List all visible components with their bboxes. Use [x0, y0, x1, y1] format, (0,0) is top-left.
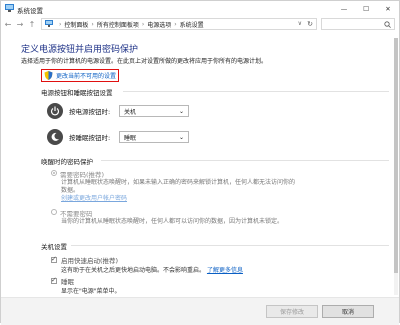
navigation-bar: ← → ↑ › 控制面板 › 所有控制面板项 › 电源选项 › 系统设置 ∨ ↻ [1, 16, 399, 33]
breadcrumb-separator: › [141, 20, 145, 28]
wake-password-section-title: 唤醒时的密码保护 [41, 158, 93, 166]
system-settings-window: 系统设置 — ☐ ✕ ← → ↑ › 控制面板 › 所有控制面板项 › 电源选项… [0, 0, 400, 325]
require-password-radio[interactable]: 需要密码(推荐) [51, 169, 104, 179]
power-icon [47, 103, 63, 119]
fast-startup-description: 这有助于在关机之后更快地启动电脑。不会影响重启。 了解更多信息 [61, 267, 243, 274]
maximize-button[interactable]: ☐ [355, 1, 377, 16]
no-password-description: 当你的计算机从睡眠状态唤醒时，任何人都可以访问你的数据，因为计算机未锁定。 [61, 218, 284, 225]
breadcrumb-system-settings[interactable]: 系统设置 [180, 20, 204, 29]
control-panel-icon [45, 20, 53, 27]
scrollbar-thumb[interactable] [394, 38, 398, 273]
breadcrumb-control-panel[interactable]: 控制面板 [64, 20, 88, 29]
window-title: 系统设置 [17, 7, 43, 15]
require-password-description: 计算机从睡眠状态唤醒时，如果未输入正确的密码来解锁计算机，任何人都无法访问你的 … [61, 179, 296, 202]
close-button[interactable]: ✕ [377, 1, 399, 16]
create-password-link[interactable]: 创建或更改用户帐户密码 [61, 195, 127, 202]
shutdown-section-title: 关机设置 [41, 243, 67, 251]
search-icon [384, 21, 391, 28]
shield-icon [44, 71, 53, 80]
search-input[interactable] [321, 18, 395, 30]
require-password-label: 需要密码(推荐) [60, 171, 105, 179]
sleep-label: 睡眠 [61, 278, 74, 286]
forward-arrow-icon: → [16, 19, 24, 29]
sleep-checkbox[interactable] [51, 276, 57, 284]
change-settings-label: 更改当前不可用的设置 [56, 73, 117, 80]
title-bar: 系统设置 — ☐ ✕ [1, 1, 399, 16]
breadcrumb-all-items[interactable]: 所有控制面板项 [97, 20, 139, 29]
footer-bar: 保存修改 取消 [1, 297, 399, 325]
section-divider [71, 245, 389, 246]
sleep-button-select[interactable]: 睡眠 ⌄ [119, 131, 189, 143]
save-button[interactable]: 保存修改 [266, 305, 318, 318]
chevron-down-icon[interactable]: ∨ [298, 20, 302, 27]
forward-button[interactable]: → [15, 19, 25, 29]
sleep-icon [47, 129, 63, 145]
sleep-button-label: 按睡眠按钮时: [69, 134, 111, 142]
up-button[interactable]: ↑ [27, 19, 37, 29]
minimize-button[interactable]: — [333, 1, 355, 16]
breadcrumb-separator: › [59, 20, 62, 28]
refresh-icon[interactable]: ↻ [307, 20, 313, 28]
breadcrumb-power-options[interactable]: 电源选项 [147, 20, 171, 29]
change-settings-link[interactable]: 更改当前不可用的设置 [41, 69, 120, 82]
no-password-label: 不需要密码 [60, 210, 93, 218]
fast-startup-checkbox[interactable] [51, 255, 57, 263]
section-divider [123, 91, 389, 92]
fast-startup-checkbox-row[interactable]: 启用快速启动(推荐) [51, 255, 118, 265]
cancel-button[interactable]: 取消 [322, 305, 374, 318]
sleep-checkbox-row[interactable]: 睡眠 [51, 276, 74, 286]
sleep-button-value: 睡眠 [124, 134, 137, 142]
power-button-row: 按电源按钮时: 关机 ⌄ [47, 103, 189, 119]
back-arrow-icon: ← [4, 19, 12, 29]
back-button[interactable]: ← [3, 19, 13, 29]
power-button-value: 关机 [124, 108, 137, 116]
radio-button[interactable] [51, 209, 57, 215]
up-arrow-icon: ↑ [28, 19, 36, 29]
power-button-select[interactable]: 关机 ⌄ [119, 105, 189, 117]
control-panel-icon [5, 4, 14, 12]
power-buttons-section-title: 电源按钮和睡眠按钮设置 [41, 89, 113, 97]
radio-button[interactable] [51, 170, 57, 176]
chevron-down-icon: ⌄ [178, 107, 184, 115]
section-divider [101, 160, 389, 161]
chevron-down-icon: ⌄ [178, 133, 184, 141]
breadcrumb-separator: › [91, 20, 94, 28]
no-password-radio[interactable]: 不需要密码 [51, 208, 93, 218]
page-title: 定义电源按钮并启用密码保护 [21, 45, 139, 55]
power-button-label: 按电源按钮时: [69, 108, 111, 116]
learn-more-link[interactable]: 了解更多信息 [207, 267, 243, 274]
page-description: 选择适用于你的计算机的电源设置。在此页上对设置所做的更改将应用于你所有的电源计划… [21, 58, 268, 65]
fast-startup-label: 启用快速启动(推荐) [61, 257, 119, 265]
sleep-button-row: 按睡眠按钮时: 睡眠 ⌄ [47, 129, 189, 145]
address-bar[interactable]: › 控制面板 › 所有控制面板项 › 电源选项 › 系统设置 ∨ ↻ [41, 18, 317, 30]
sleep-description: 显示在"电源"菜单中。 [61, 288, 121, 295]
breadcrumb-separator: › [174, 20, 177, 28]
